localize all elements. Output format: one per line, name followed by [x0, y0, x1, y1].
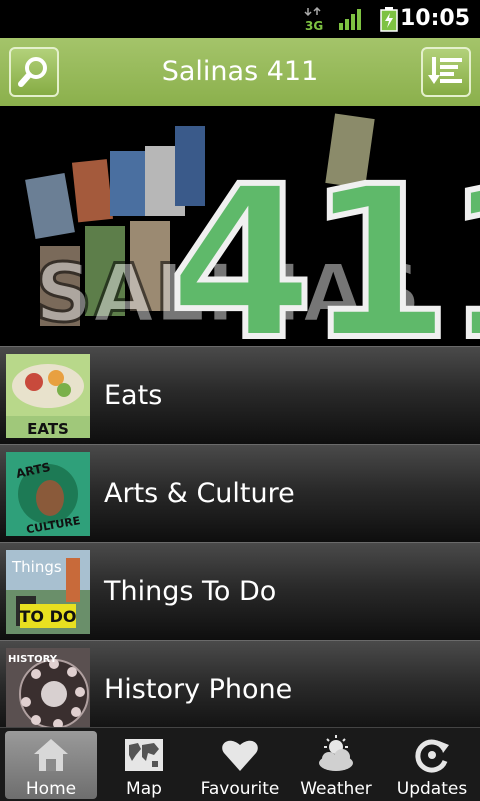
category-list: EATS Eats ARTS CULTURE Arts & Culture Th…	[0, 346, 480, 738]
battery-charging-icon	[380, 7, 398, 32]
history-phone-thumbnail: HISTORY	[6, 648, 90, 732]
home-icon	[34, 739, 68, 771]
map-icon	[125, 739, 163, 771]
list-item-label: Things To Do	[104, 576, 277, 607]
svg-text:EATS: EATS	[27, 420, 69, 438]
tab-label: Updates	[396, 779, 468, 799]
clock: 10:05	[399, 6, 470, 31]
refresh-icon	[415, 739, 449, 773]
arts-culture-thumbnail: ARTS CULTURE	[6, 452, 90, 536]
bottom-nav: Home Map Favourite Weather Updates	[0, 727, 480, 801]
svg-text:3G: 3G	[305, 19, 323, 32]
salinas-411-logo: SALINAS 411	[25, 113, 480, 346]
things-to-do-thumbnail: Things TO DO	[6, 550, 90, 634]
tab-updates[interactable]: Updates	[386, 731, 478, 799]
tab-weather[interactable]: Weather	[290, 731, 382, 799]
page-title: Salinas 411	[161, 56, 319, 87]
list-item-things-to-do[interactable]: Things TO DO Things To Do	[0, 542, 480, 640]
list-item-arts-culture[interactable]: ARTS CULTURE Arts & Culture	[0, 444, 480, 542]
list-item-label: Arts & Culture	[104, 478, 295, 509]
sort-button[interactable]	[421, 47, 471, 97]
eats-thumbnail: EATS	[6, 354, 90, 438]
sort-list-icon	[428, 57, 462, 84]
salinas-411-banner: SALINAS 411	[0, 106, 480, 346]
tab-map[interactable]: Map	[98, 731, 190, 799]
network-3g-icon: 3G	[304, 6, 323, 32]
list-item-history-phone[interactable]: HISTORY History Phone	[0, 640, 480, 738]
status-bar: 3G 10:05	[0, 0, 480, 38]
list-item-label: History Phone	[104, 674, 293, 705]
tab-favourite[interactable]: Favourite	[194, 731, 286, 799]
svg-text:TO DO: TO DO	[20, 607, 77, 626]
weather-icon	[319, 735, 353, 771]
svg-text:HISTORY: HISTORY	[8, 654, 58, 665]
app-bar: Salinas 411	[0, 38, 480, 106]
signal-icon	[339, 9, 361, 30]
list-item-eats[interactable]: EATS Eats	[0, 346, 480, 444]
svg-text:Things: Things	[11, 558, 62, 576]
tab-home[interactable]: Home	[5, 731, 97, 799]
svg-text:411: 411	[168, 141, 480, 346]
heart-icon	[222, 740, 258, 771]
list-item-label: Eats	[104, 380, 163, 411]
